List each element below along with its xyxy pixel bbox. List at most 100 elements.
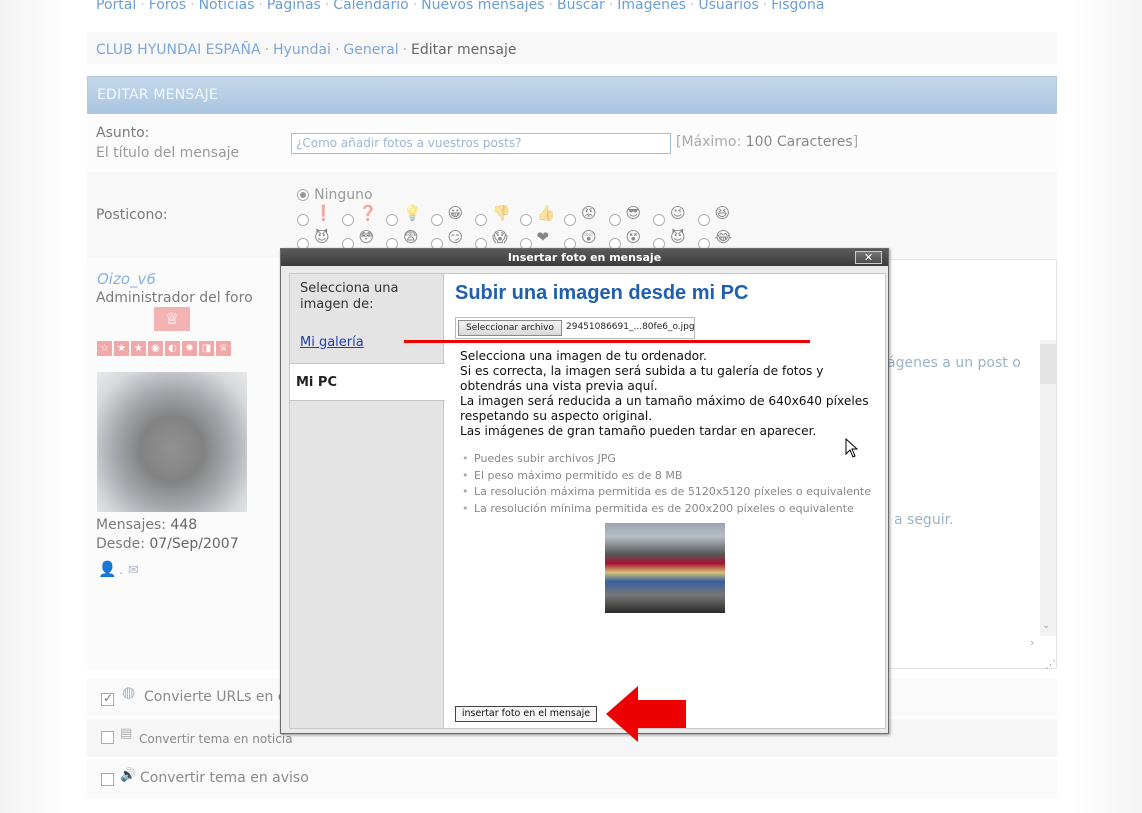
- posticon-option[interactable]: 😎: [608, 203, 641, 226]
- emoticon-icon: 😵: [625, 228, 642, 246]
- list-item: El peso máximo permitido es de 8 MB: [460, 468, 871, 485]
- posticon-radio[interactable]: [297, 214, 309, 226]
- posticon-option[interactable]: 😈: [297, 227, 330, 250]
- scroll-down-arrow-icon[interactable]: ⌄: [1042, 620, 1050, 631]
- sidebar-item-mi-pc[interactable]: Mi PC: [290, 363, 445, 401]
- list-item: La resolución mínima permitida es de 200…: [460, 501, 871, 518]
- user-posts: Mensajes: 448: [96, 517, 197, 533]
- posticon-radio[interactable]: [697, 214, 710, 226]
- emoticon-icon: 😲: [581, 228, 597, 246]
- rank-star-icon: ◉: [148, 341, 163, 356]
- posticon-radio[interactable]: [341, 214, 354, 226]
- posticon-option[interactable]: 😉: [653, 203, 686, 226]
- posticon-option[interactable]: 😱: [475, 227, 508, 250]
- editor-text-fragment-2: a seguir.: [894, 512, 954, 528]
- subject-input[interactable]: ¿Como añadir fotos a vuestros posts?: [291, 133, 671, 154]
- rank-star-icon: ★: [131, 341, 146, 356]
- breadcrumb-current: Editar mensaje: [411, 42, 517, 58]
- option-checkbox-urls[interactable]: [101, 691, 114, 706]
- subject-sublabel: El título del mensaje: [96, 145, 240, 161]
- breadcrumb-separator: ·: [264, 42, 270, 58]
- nav-link-buscar[interactable]: Buscar: [557, 0, 605, 13]
- profile-icon[interactable]: 👤: [98, 560, 117, 578]
- emoticon-icon: 😆: [714, 204, 731, 222]
- nav-separator: ·: [412, 0, 418, 13]
- nav-separator: ·: [608, 0, 614, 13]
- posticon-option[interactable]: 👍: [519, 203, 556, 226]
- file-input[interactable]: Seleccionar archivo 29451086691_...80fe6…: [455, 317, 695, 339]
- nav-link-imagenes[interactable]: Imágenes: [617, 0, 686, 13]
- rank-star-icon: ✹: [182, 341, 197, 356]
- posticon-option[interactable]: 👎: [475, 203, 511, 226]
- nav-separator: ·: [689, 0, 695, 13]
- rank-star-icon: ◐: [165, 341, 180, 356]
- option-checkbox-news[interactable]: [101, 731, 114, 744]
- breadcrumb-link-club[interactable]: CLUB HYUNDAI ESPAÑA: [96, 42, 261, 58]
- posticon-option[interactable]: 😨: [386, 227, 419, 250]
- insert-photo-button[interactable]: insertar foto en el mensaje: [455, 706, 597, 722]
- choose-file-button[interactable]: Seleccionar archivo: [458, 320, 562, 336]
- posticon-option[interactable]: ❓: [341, 203, 377, 226]
- mouse-cursor-icon: [845, 438, 859, 458]
- list-item: La resolución máxima permitida es de 512…: [460, 484, 871, 501]
- nav-link-calendario[interactable]: Calendario: [333, 0, 408, 13]
- posticon-option[interactable]: 😲: [564, 227, 597, 250]
- posticon-radio[interactable]: [653, 214, 665, 226]
- posticon-option[interactable]: 😀: [430, 203, 463, 226]
- emoticon-icon: 😏: [447, 228, 464, 246]
- nav-link-foros[interactable]: Foros: [149, 0, 186, 13]
- emoticon-icon: 👍: [536, 204, 556, 222]
- option-checkbox-notice[interactable]: [101, 773, 114, 786]
- posticon-option[interactable]: 💡: [386, 203, 422, 226]
- posticon-radio[interactable]: [608, 214, 621, 226]
- breadcrumb-link-hyundai[interactable]: Hyundai: [273, 42, 331, 58]
- nav-link-portal[interactable]: Portal: [96, 0, 136, 13]
- nav-link-fisgona[interactable]: Fisgona: [771, 0, 824, 13]
- nav-link-nuevos-mensajes[interactable]: Nuevos mensajes: [421, 0, 544, 13]
- editor-text-fragment-1: ágenes a un post o: [887, 355, 1021, 371]
- posticon-option[interactable]: 😂: [697, 227, 732, 250]
- posticon-option[interactable]: 😈: [653, 227, 686, 250]
- user-name[interactable]: Oizo_v6: [97, 270, 156, 288]
- sidebar-prompt: Selecciona una imagen de:: [300, 281, 399, 312]
- posticon-radio[interactable]: [475, 214, 487, 226]
- posticon-radio[interactable]: [430, 214, 443, 226]
- news-icon: ▤: [120, 726, 133, 741]
- posticon-option[interactable]: 😵: [608, 227, 642, 250]
- sidebar-item-mi-galeria[interactable]: Mi galería: [300, 335, 364, 350]
- option-label-news: Convertir tema en noticia: [139, 732, 293, 746]
- scrollbar-thumb[interactable]: [1040, 344, 1056, 384]
- posticon-radio[interactable]: [386, 214, 398, 226]
- breadcrumb-link-general[interactable]: General: [343, 42, 398, 58]
- nav-link-usuarios[interactable]: Usuarios: [698, 0, 759, 13]
- posticon-option[interactable]: 😆: [697, 203, 731, 226]
- top-navigation: Portal · Foros · Noticias · Páginas · Calendario…: [96, 0, 824, 13]
- resize-grip-icon[interactable]: ⋰: [1045, 658, 1056, 671]
- posticon-option[interactable]: 😳: [341, 227, 374, 250]
- nav-link-paginas[interactable]: Páginas: [267, 0, 321, 13]
- since-date: 07/Sep/2007: [149, 536, 239, 552]
- posticon-radio[interactable]: [564, 214, 576, 226]
- editor-scrollbar[interactable]: ⌄: [1040, 340, 1056, 636]
- close-icon[interactable]: ✕: [855, 251, 882, 264]
- posticon-option[interactable]: 😡: [564, 203, 597, 226]
- upload-rules-list: Puedes subir archivos JPG El peso máximo…: [460, 451, 871, 517]
- posticon-option[interactable]: 😏: [430, 227, 464, 250]
- scroll-right-arrow-icon[interactable]: ›: [1030, 636, 1034, 649]
- emoticon-icon: 😨: [403, 228, 419, 246]
- rank-star-icon: ◨: [199, 341, 214, 356]
- desc-line: Las imágenes de gran tamaño pueden tarda…: [460, 424, 817, 438]
- posticon-option[interactable]: ❤: [519, 227, 549, 250]
- breadcrumb-separator: ·: [402, 42, 408, 58]
- nav-link-noticias[interactable]: Noticias: [199, 0, 255, 13]
- emoticon-icon: ❗: [314, 204, 333, 222]
- posticon-radio[interactable]: [519, 214, 532, 226]
- desc-line: Selecciona una imagen de tu ordenador.: [460, 349, 707, 363]
- breadcrumb-separator: ·: [334, 42, 340, 58]
- subject-label: Asunto:: [96, 125, 150, 141]
- posticon-radio-none[interactable]: [297, 189, 309, 201]
- dialog-title: Insertar foto en mensaje: [281, 249, 888, 266]
- posticon-option[interactable]: ❗: [297, 203, 333, 226]
- mail-icon[interactable]: ✉: [128, 563, 144, 578]
- rank-star-icon: ♕: [216, 341, 231, 356]
